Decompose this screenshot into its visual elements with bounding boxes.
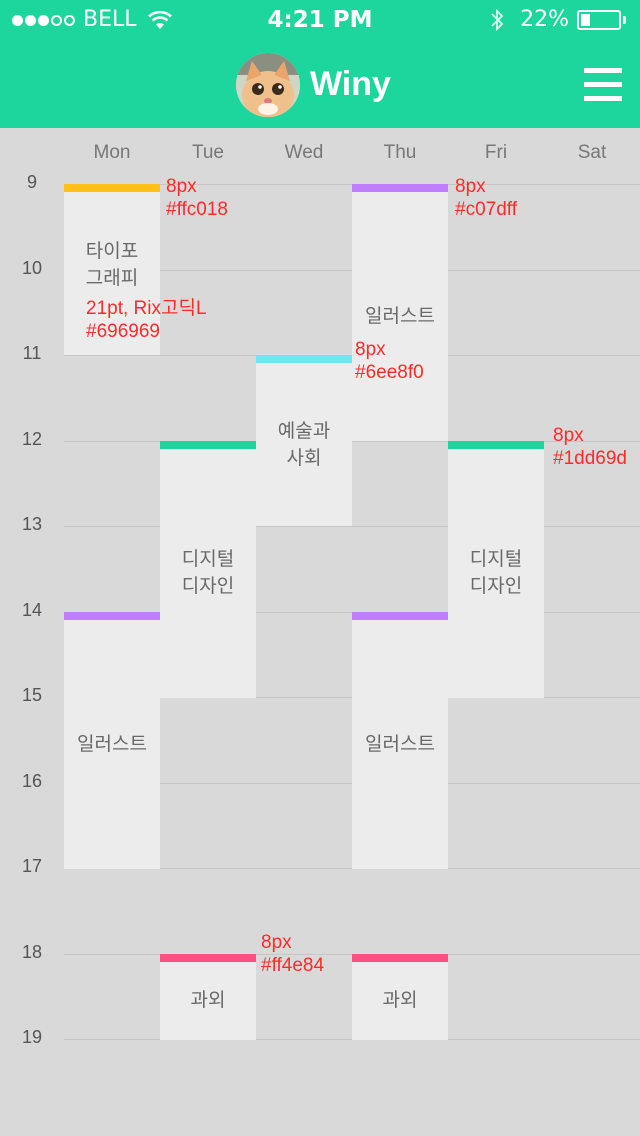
- hamburger-menu-icon[interactable]: [584, 68, 622, 102]
- day-header-fri: Fri: [484, 142, 508, 163]
- hour-label: 18: [21, 942, 43, 962]
- class-title: 일러스트: [365, 733, 435, 755]
- day-header-sat: Sat: [577, 142, 607, 163]
- annotation-font-spec: 21pt, Rix고딕L #696969: [86, 298, 207, 342]
- signal-strength-icon: [12, 14, 77, 26]
- day-header-thu: Thu: [383, 142, 417, 163]
- class-color-bar: [64, 184, 160, 192]
- hour-label: 16: [21, 771, 43, 791]
- class-color-bar: [256, 355, 352, 363]
- signal-dot: [51, 14, 62, 26]
- hour-label: 13: [21, 514, 43, 534]
- annotation-pink-bar: 8px #ff4e84: [261, 932, 325, 976]
- class-block[interactable]: 과외: [160, 954, 256, 1040]
- class-block[interactable]: 예술과 사회: [256, 355, 352, 526]
- hour-label: 19: [21, 1027, 43, 1047]
- day-header-tue: Tue: [191, 142, 225, 163]
- signal-dot: [64, 14, 75, 26]
- class-block[interactable]: 디지털 디자인: [448, 441, 544, 698]
- status-bar-right: 22%: [490, 6, 626, 34]
- class-block[interactable]: 과외: [352, 954, 448, 1040]
- hour-label: 9: [26, 172, 37, 192]
- day-header-mon: Mon: [93, 142, 131, 163]
- annotation-green-bar: 8px #1dd69d: [553, 425, 627, 469]
- cat-avatar-icon: [236, 53, 300, 117]
- class-block[interactable]: 일러스트: [64, 612, 160, 869]
- hour-label: 14: [21, 600, 43, 620]
- class-title: 일러스트: [77, 733, 147, 755]
- status-bar-left: BELL: [12, 6, 173, 34]
- class-block[interactable]: 일러스트: [352, 612, 448, 869]
- class-color-bar: [160, 954, 256, 962]
- battery-icon: [577, 10, 621, 30]
- hour-label: 12: [21, 429, 43, 449]
- class-color-bar: [64, 612, 160, 620]
- app-header: BELL 4:21 PM 22% Winy: [0, 0, 640, 128]
- class-color-bar: [352, 612, 448, 620]
- hour-label: 15: [21, 685, 43, 705]
- annotation-yellow-bar: 8px #ffc018: [166, 176, 228, 220]
- hour-label: 11: [22, 343, 42, 363]
- class-title: 일러스트: [365, 305, 435, 327]
- annotation-purple-bar: 8px #c07dff: [455, 176, 517, 220]
- class-color-bar: [352, 184, 448, 192]
- class-color-bar: [352, 954, 448, 962]
- annotation-cyan-bar: 8px #6ee8f0: [355, 339, 424, 383]
- class-block[interactable]: 일러스트: [352, 184, 448, 441]
- profile-avatar[interactable]: [236, 53, 300, 117]
- wifi-icon: [147, 10, 172, 29]
- signal-dot: [25, 14, 36, 26]
- class-title: 타이포 그래피: [85, 240, 139, 289]
- hour-label: 10: [21, 258, 43, 278]
- class-block[interactable]: 디지털 디자인: [160, 441, 256, 698]
- day-header-wed: Wed: [284, 142, 324, 163]
- signal-dot: [38, 14, 49, 26]
- hour-gridline: [64, 526, 640, 527]
- class-title: 디지털 디자인: [181, 548, 235, 597]
- battery-percentage: 22%: [520, 7, 569, 32]
- class-color-bar: [160, 441, 256, 449]
- bluetooth-icon: [491, 8, 504, 32]
- class-title: 디지털 디자인: [469, 548, 523, 597]
- class-title: 예술과 사회: [277, 420, 331, 469]
- hour-label: 17: [21, 856, 43, 876]
- class-color-bar: [448, 441, 544, 449]
- app-title: Winy: [310, 65, 391, 103]
- signal-dot: [12, 14, 23, 26]
- class-title: 과외: [190, 989, 226, 1011]
- battery-nub: [623, 16, 626, 24]
- carrier-name: BELL: [83, 7, 137, 32]
- class-title: 과외: [382, 989, 418, 1011]
